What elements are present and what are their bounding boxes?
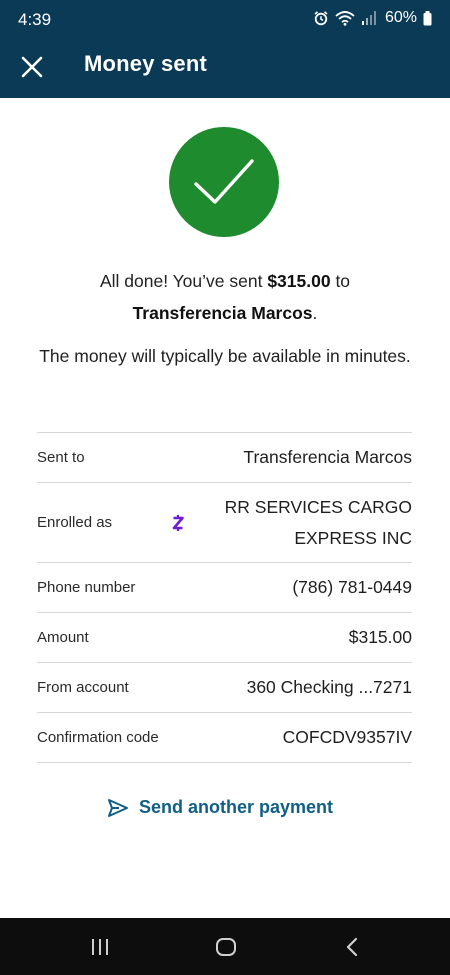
detail-value: RR SERVICES CARGO EXPRESS INC <box>225 492 412 554</box>
signal-icon <box>361 11 377 25</box>
enrolled-name-line2: EXPRESS INC <box>294 527 412 548</box>
battery-icon <box>423 10 432 26</box>
detail-label: Confirmation code <box>37 729 159 746</box>
detail-label-group: Enrolled as <box>37 514 184 532</box>
detail-row-confirmation: Confirmation code COFCDV9357IV <box>37 713 412 763</box>
confirmation-message: All done! You’ve sent $315.00 to Transfe… <box>30 265 420 329</box>
detail-row-sent-to: Sent to Transferencia Marcos <box>37 433 412 483</box>
message-suffix: to <box>330 271 351 291</box>
status-bar: 4:39 60% <box>0 0 450 40</box>
send-another-label: Send another payment <box>139 797 334 817</box>
send-icon <box>108 798 128 817</box>
availability-message: The money will typically be available in… <box>39 346 411 366</box>
detail-value: 360 Checking ...7271 <box>246 677 412 697</box>
alarm-icon <box>313 10 329 26</box>
page-title: Money sent <box>84 51 208 76</box>
detail-label: Phone number <box>37 579 136 596</box>
detail-value: COFCDV9357IV <box>282 727 412 747</box>
back-icon <box>346 937 358 957</box>
status-time: 4:39 <box>18 10 52 29</box>
app-bar: Money sent <box>0 40 450 98</box>
success-check <box>169 127 279 237</box>
close-icon <box>21 56 43 78</box>
transfer-details: Sent to Transferencia Marcos Enrolled as… <box>37 432 412 763</box>
detail-label: Amount <box>37 629 89 646</box>
detail-row-enrolled-as: Enrolled as RR SERVICES CARGO EXPRESS IN… <box>37 483 412 563</box>
system-nav-bar <box>0 918 450 975</box>
home-icon <box>216 938 236 956</box>
wifi-icon <box>335 10 355 26</box>
back-button[interactable] <box>332 932 372 962</box>
home-button[interactable] <box>206 932 246 962</box>
recent-apps-icon <box>92 939 108 955</box>
header: 4:39 60% Money sent <box>0 0 450 98</box>
detail-row-amount: Amount $315.00 <box>37 613 412 663</box>
zelle-icon <box>172 514 184 532</box>
detail-row-phone: Phone number (786) 781-0449 <box>37 563 412 613</box>
recent-apps-button[interactable] <box>80 932 120 962</box>
message-period: . <box>312 303 318 323</box>
detail-label: Sent to <box>37 449 85 466</box>
detail-label: Enrolled as <box>37 514 113 531</box>
detail-value: $315.00 <box>348 627 412 647</box>
message-prefix: All done! You’ve sent <box>99 271 268 291</box>
detail-label: From account <box>37 679 129 696</box>
check-icon <box>194 159 254 204</box>
detail-value: (786) 781-0449 <box>292 577 412 597</box>
detail-row-from-account: From account 360 Checking ...7271 <box>37 663 412 713</box>
money-sent-screen: 4:39 60% Money sent All done! You’ve sen… <box>0 0 450 975</box>
detail-value: Transferencia Marcos <box>243 447 412 467</box>
message-amount: $315.00 <box>267 271 331 291</box>
battery-percent: 60% <box>384 9 417 26</box>
status-icons: 60% <box>313 9 432 27</box>
message-recipient: Transferencia Marcos <box>132 303 313 323</box>
send-another-payment-link[interactable]: Send another payment <box>107 797 333 818</box>
close-button[interactable] <box>14 49 50 85</box>
enrolled-name-line1: RR SERVICES CARGO <box>224 496 412 517</box>
